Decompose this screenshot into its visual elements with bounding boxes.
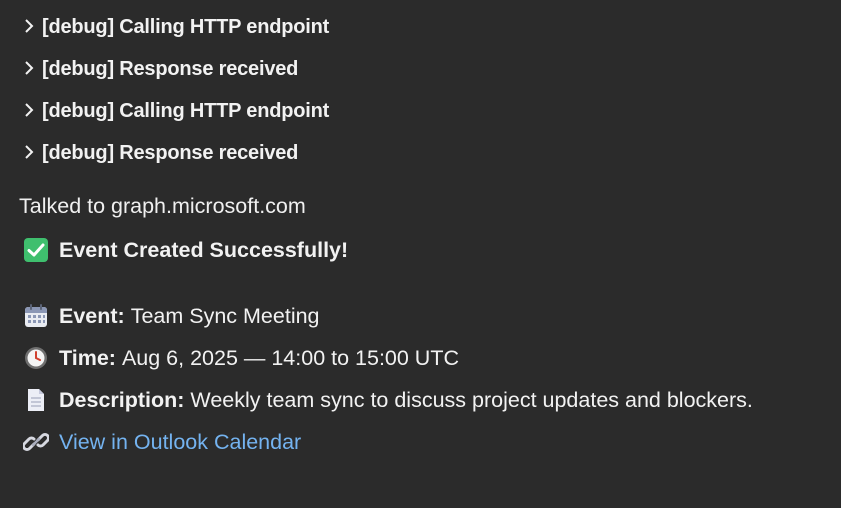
debug-entry-3[interactable]: [debug] Response received <box>24 140 329 182</box>
talked-to-status: Talked to graph.microsoft.com <box>19 194 306 218</box>
debug-entry-1[interactable]: [debug] Response received <box>24 56 329 98</box>
debug-entry-label: [debug] Calling HTTP endpoint <box>42 100 330 122</box>
calendar-link-line: View in Outlook Calendar <box>21 428 301 456</box>
link-icon <box>21 429 51 455</box>
document-icon <box>23 387 49 413</box>
description-line: Description: Weekly team sync to discuss… <box>23 386 753 414</box>
debug-entry-label: [debug] Calling HTTP endpoint <box>42 16 330 38</box>
debug-entry-label: [debug] Response received <box>42 142 299 164</box>
chevron-right-icon[interactable] <box>24 140 40 164</box>
debug-log-list: [debug] Calling HTTP endpoint [debug] Re… <box>24 14 329 182</box>
clock-icon <box>23 345 49 371</box>
calendar-icon <box>23 303 49 329</box>
time-value: Aug 6, 2025 — 14:00 to 15:00 UTC <box>121 346 459 370</box>
view-in-outlook-calendar-link[interactable]: View in Outlook Calendar <box>59 428 301 456</box>
success-message: Event Created Successfully! <box>59 238 349 262</box>
event-value: Team Sync Meeting <box>130 304 320 328</box>
chevron-right-icon[interactable] <box>24 14 40 38</box>
chevron-right-icon[interactable] <box>24 98 40 122</box>
time-line: Time: Aug 6, 2025 — 14:00 to 15:00 UTC <box>23 344 459 372</box>
event-line: Event: Team Sync Meeting <box>23 302 320 330</box>
success-message-line: Event Created Successfully! <box>23 236 348 264</box>
description-label: Description: <box>59 388 185 412</box>
event-label: Event: <box>59 304 125 328</box>
debug-entry-label: [debug] Response received <box>42 58 299 80</box>
debug-entry-0[interactable]: [debug] Calling HTTP endpoint <box>24 14 329 56</box>
debug-entry-2[interactable]: [debug] Calling HTTP endpoint <box>24 98 329 140</box>
chevron-right-icon[interactable] <box>24 56 40 80</box>
time-label: Time: <box>59 346 116 370</box>
description-value: Weekly team sync to discuss project upda… <box>190 388 753 412</box>
check-mark-button-icon <box>23 237 49 263</box>
